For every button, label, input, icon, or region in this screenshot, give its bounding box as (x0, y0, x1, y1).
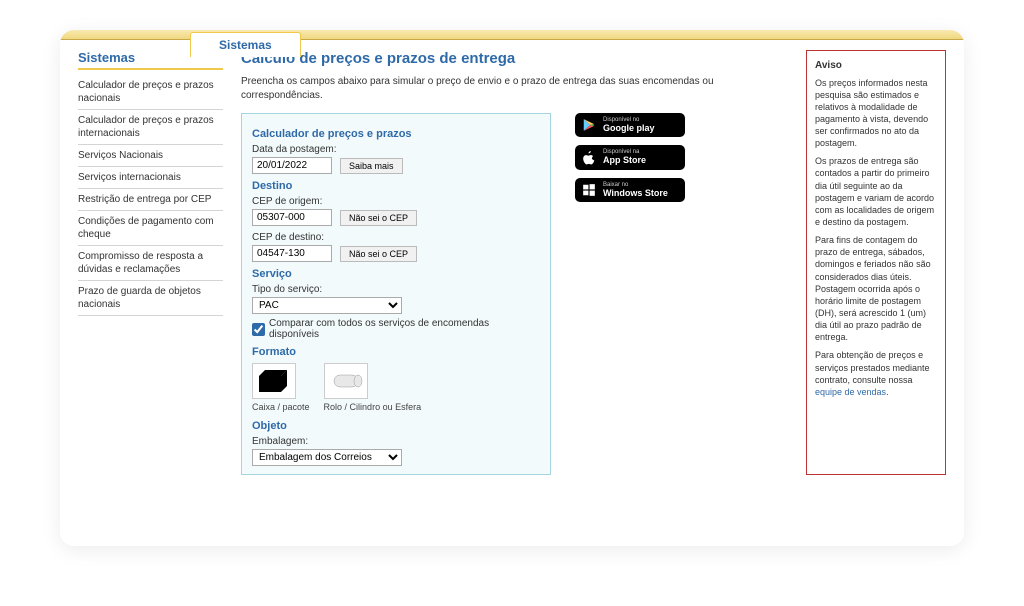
format-option-rolo[interactable]: Rolo / Cilindro ou Esfera (324, 363, 422, 412)
select-tipo-servico[interactable]: PAC (252, 297, 402, 314)
sidebar-item-precos-internacionais[interactable]: Calculador de preços e prazos internacio… (78, 110, 223, 145)
saiba-mais-button[interactable]: Saiba mais (340, 158, 403, 174)
google-play-icon (581, 117, 597, 133)
select-embalagem[interactable]: Embalagem dos Correios (252, 449, 402, 466)
windows-icon (581, 182, 597, 198)
label-comparar: Comparar com todos os serviços de encome… (269, 318, 540, 340)
input-cep-origem[interactable] (252, 209, 332, 226)
page-title: Cálculo de preços e prazos de entrega (241, 50, 788, 67)
calculator-form: Calculador de preços e prazos Data da po… (241, 113, 551, 475)
label-cep-destino: CEP de destino: (252, 232, 540, 243)
label-cep-origem: CEP de origem: (252, 196, 540, 207)
sidebar-item-servicos-nacionais[interactable]: Serviços Nacionais (78, 145, 223, 167)
label-tipo-servico: Tipo do serviço: (252, 284, 540, 295)
tab-sistemas[interactable]: Sistemas (190, 32, 301, 57)
store-badges: Disponível noGoogle play Disponível naAp… (575, 113, 685, 210)
section-destino: Destino (252, 180, 540, 192)
aviso-p4: Para obtenção de preços e serviços prest… (815, 349, 937, 398)
aviso-p2: Os prazos de entrega são contados a part… (815, 155, 937, 228)
label-data-postagem: Data da postagem: (252, 144, 540, 155)
label-embalagem: Embalagem: (252, 436, 540, 447)
input-cep-destino[interactable] (252, 245, 332, 262)
input-data-postagem[interactable] (252, 157, 332, 174)
sidebar-item-servicos-internacionais[interactable]: Serviços internacionais (78, 167, 223, 189)
intro-text: Preencha os campos abaixo para simular o… (241, 75, 788, 103)
sidebar: Sistemas Calculador de preços e prazos n… (78, 50, 223, 475)
main-content: Cálculo de preços e prazos de entrega Pr… (241, 50, 788, 475)
section-formato: Formato (252, 346, 540, 358)
sidebar-item-precos-nacionais[interactable]: Calculador de preços e prazos nacionais (78, 75, 223, 110)
section-calculador: Calculador de preços e prazos (252, 128, 540, 140)
sidebar-item-prazo-guarda[interactable]: Prazo de guarda de objetos nacionais (78, 281, 223, 316)
box-icon (252, 363, 296, 399)
aviso-title: Aviso (815, 59, 937, 73)
nao-sei-cep-destino-button[interactable]: Não sei o CEP (340, 246, 417, 262)
apple-icon (581, 150, 597, 166)
sidebar-item-pagamento-cheque[interactable]: Condições de pagamento com cheque (78, 211, 223, 246)
format-option-caixa[interactable]: Caixa / pacote (252, 363, 310, 412)
sidebar-item-compromisso-resposta[interactable]: Compromisso de resposta a dúvidas e recl… (78, 246, 223, 281)
aviso-p1: Os preços informados nesta pesquisa são … (815, 77, 937, 150)
app-store-badge[interactable]: Disponível naApp Store (575, 145, 685, 169)
section-objeto: Objeto (252, 420, 540, 432)
equipe-vendas-link[interactable]: equipe de vendas (815, 387, 886, 397)
cylinder-icon (324, 363, 368, 399)
windows-store-badge[interactable]: Baixar noWindows Store (575, 178, 685, 202)
aviso-box: Aviso Os preços informados nesta pesquis… (806, 50, 946, 475)
aviso-p3: Para fins de contagem do prazo de entreg… (815, 234, 937, 343)
sidebar-item-restricao-cep[interactable]: Restrição de entrega por CEP (78, 189, 223, 211)
checkbox-comparar[interactable] (252, 323, 265, 336)
nao-sei-cep-origem-button[interactable]: Não sei o CEP (340, 210, 417, 226)
section-servico: Serviço (252, 268, 540, 280)
google-play-badge[interactable]: Disponível noGoogle play (575, 113, 685, 137)
